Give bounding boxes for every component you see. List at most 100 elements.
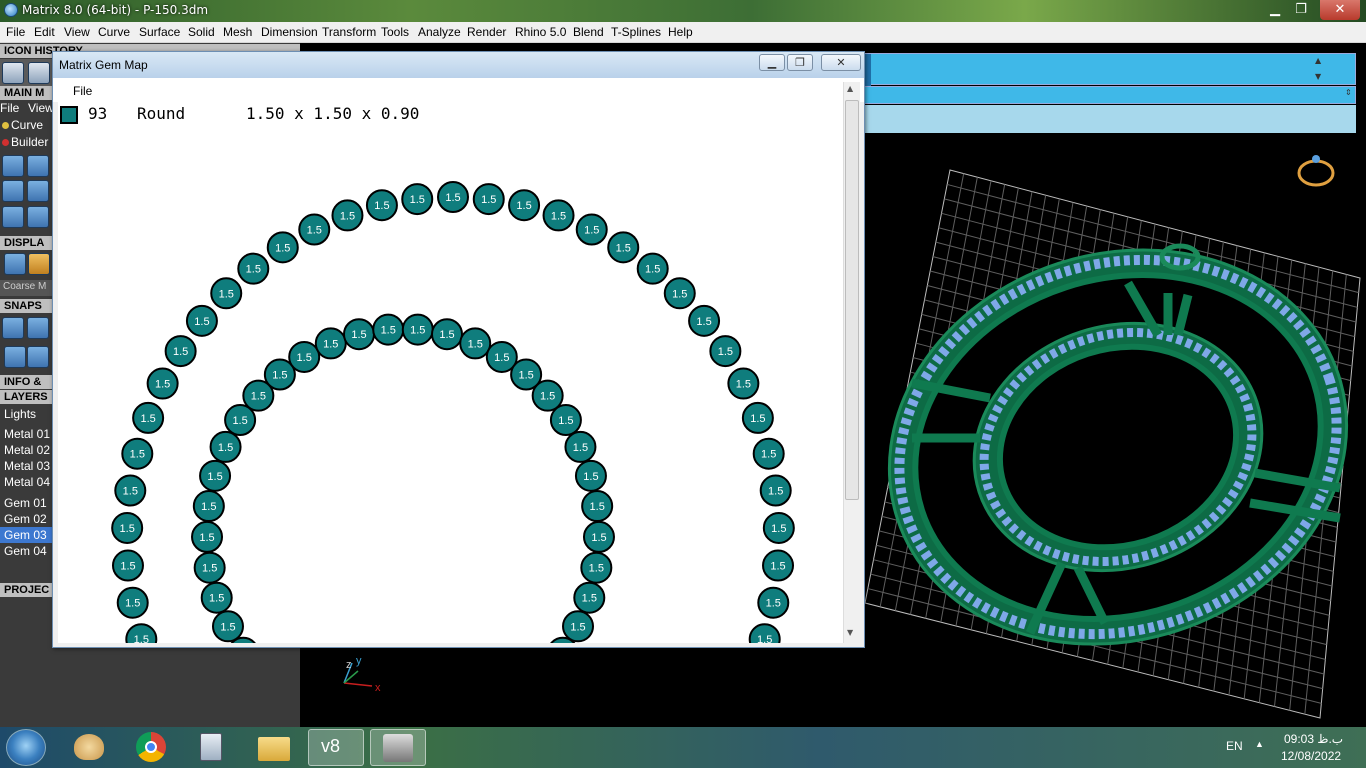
- menu-surface[interactable]: Surface: [139, 25, 180, 39]
- outer-ring-gem-label: 1.5: [481, 194, 496, 206]
- calculator-app-icon[interactable]: [184, 729, 240, 766]
- menu-render[interactable]: Render: [467, 25, 506, 39]
- panel-builder[interactable]: Builder: [2, 135, 48, 149]
- scroll-thumb[interactable]: [845, 100, 859, 500]
- inner-ring-gem-label: 1.5: [199, 532, 214, 544]
- gem-map-canvas[interactable]: 93 Round 1.50 x 1.50 x 0.90 1.5 1.5 1.5 1.5…: [58, 102, 843, 643]
- gem-map-titlebar[interactable]: Matrix Gem Map ▁ ❐ ✕: [53, 52, 864, 78]
- start-button[interactable]: [6, 729, 46, 766]
- layer-gem-01[interactable]: Gem 01: [0, 495, 52, 511]
- outer-ring-gem-label: 1.5: [120, 561, 135, 573]
- command-history[interactable]: ▲ ▼: [860, 53, 1356, 86]
- maximize-button[interactable]: ❐: [1288, 0, 1314, 20]
- outer-ring-gem-label: 1.5: [246, 264, 261, 276]
- clock-time[interactable]: 09:03 ب.ظ: [1284, 732, 1343, 746]
- menu-curve[interactable]: Curve: [98, 25, 130, 39]
- snap-grid-icon[interactable]: [4, 346, 26, 368]
- menu-bar: File Edit View Curve Surface Solid Mesh …: [0, 22, 1366, 43]
- inner-ring-gem-label: 1.5: [218, 442, 233, 454]
- outer-ring-gem-label: 1.5: [768, 486, 783, 498]
- grid-view-icon[interactable]: [4, 253, 26, 275]
- scroll-down-icon[interactable]: ▼: [847, 628, 853, 637]
- outer-ring-gem-label: 1.5: [140, 413, 155, 425]
- outer-ring-gem-label: 1.5: [645, 264, 660, 276]
- inner-ring-gem-label: 1.5: [439, 329, 454, 341]
- gem-map-scrollbar[interactable]: ▲ ▼: [843, 82, 860, 643]
- command-input[interactable]: ⇕: [860, 86, 1356, 104]
- diamond-icon[interactable]: [27, 180, 49, 202]
- close-button[interactable]: ✕: [1320, 0, 1360, 20]
- layer-gem-03[interactable]: Gem 03: [0, 527, 52, 543]
- explorer-app-icon[interactable]: [246, 729, 302, 766]
- outer-ring-gem-label: 1.5: [718, 346, 733, 358]
- command-scroll-up-icon[interactable]: ▲: [1315, 56, 1321, 65]
- outer-ring-gem-label: 1.5: [219, 288, 234, 300]
- viewport-title-strip: [860, 105, 1356, 133]
- matrix-v8-app-icon[interactable]: v8: [308, 729, 364, 766]
- shade-view-icon[interactable]: [28, 253, 50, 275]
- inner-ring-gem-label: 1.5: [220, 621, 235, 633]
- pave-tool-icon[interactable]: [27, 155, 49, 177]
- network-icon[interactable]: [2, 62, 24, 84]
- menu-mesh[interactable]: Mesh: [223, 25, 252, 39]
- language-indicator[interactable]: EN: [1226, 739, 1243, 753]
- menu-rhino[interactable]: Rhino 5.0: [515, 25, 566, 39]
- outer-ring-gem-label: 1.5: [672, 288, 687, 300]
- gem-map-minimize-button[interactable]: ▁: [759, 54, 785, 71]
- gem-map-menu-file[interactable]: File: [73, 84, 92, 98]
- layer-lights[interactable]: Lights: [0, 406, 52, 422]
- gem-map-close-button[interactable]: ✕: [821, 54, 861, 71]
- inner-ring-gem-label: 1.5: [232, 415, 247, 427]
- pendant-model: [887, 243, 1349, 646]
- scale-icon[interactable]: [28, 62, 50, 84]
- panel-file[interactable]: File: [0, 101, 19, 115]
- layer-gem-02[interactable]: Gem 02: [0, 511, 52, 527]
- outer-ring-gem-label: 1.5: [173, 346, 188, 358]
- menu-solid[interactable]: Solid: [188, 25, 215, 39]
- layer-metal-04[interactable]: Metal 04: [0, 474, 52, 490]
- inner-ring-gem-label: 1.5: [570, 621, 585, 633]
- layer-metal-03[interactable]: Metal 03: [0, 458, 52, 474]
- panel-view[interactable]: View: [28, 101, 54, 115]
- menu-blend[interactable]: Blend: [573, 25, 604, 39]
- curve-dot-icon: [2, 122, 9, 129]
- layer-metal-02[interactable]: Metal 02: [0, 442, 52, 458]
- paint-app-icon[interactable]: [62, 729, 118, 766]
- tray-expand-icon[interactable]: ▲: [1255, 739, 1264, 749]
- layer-metal-01[interactable]: Metal 01: [0, 426, 52, 442]
- panel-curve[interactable]: Curve: [2, 118, 43, 132]
- menu-file[interactable]: File: [6, 25, 25, 39]
- outer-ring-gem-label: 1.5: [340, 210, 355, 222]
- menu-help[interactable]: Help: [668, 25, 693, 39]
- command-scroll-down-icon[interactable]: ▼: [1315, 72, 1321, 81]
- gem-map-dialog: Matrix Gem Map ▁ ❐ ✕ File 93 Round 1.50 …: [52, 51, 865, 648]
- scroll-up-icon[interactable]: ▲: [847, 84, 853, 93]
- inner-ring-gem-label: 1.5: [410, 325, 425, 337]
- inner-ring-gem-label: 1.5: [468, 338, 483, 350]
- axis-z-label: z: [346, 659, 352, 671]
- minimize-button[interactable]: ▁: [1262, 0, 1288, 20]
- clock-date[interactable]: 12/08/2022: [1281, 749, 1341, 763]
- menu-tools[interactable]: Tools: [381, 25, 409, 39]
- menu-analyze[interactable]: Analyze: [418, 25, 461, 39]
- menu-dimension[interactable]: Dimension: [261, 25, 318, 39]
- outer-ring-gem-label: 1.5: [155, 379, 170, 391]
- menu-edit[interactable]: Edit: [34, 25, 55, 39]
- gem-tool-icon[interactable]: [2, 155, 24, 177]
- snap-point-icon[interactable]: [2, 317, 24, 339]
- snap-object-icon[interactable]: [27, 346, 49, 368]
- chrome-app-icon[interactable]: [124, 729, 180, 766]
- menu-view[interactable]: View: [64, 25, 90, 39]
- menu-tsplines[interactable]: T-Splines: [611, 25, 661, 39]
- rhino-app-icon[interactable]: [370, 729, 426, 766]
- snap-curve-icon[interactable]: [27, 317, 49, 339]
- ring-tool-icon[interactable]: [2, 180, 24, 202]
- outer-ring-gem-label: 1.5: [410, 194, 425, 206]
- layer-gem-04[interactable]: Gem 04: [0, 543, 52, 559]
- gem-map-maximize-button[interactable]: ❐: [787, 54, 813, 71]
- curve-arc-icon[interactable]: [27, 206, 49, 228]
- menu-transform[interactable]: Transform: [322, 25, 376, 39]
- coarse-mesh-select[interactable]: Coarse M: [0, 280, 52, 296]
- command-input-scroll-icon[interactable]: ⇕: [1345, 88, 1352, 97]
- blocks-icon[interactable]: [2, 206, 24, 228]
